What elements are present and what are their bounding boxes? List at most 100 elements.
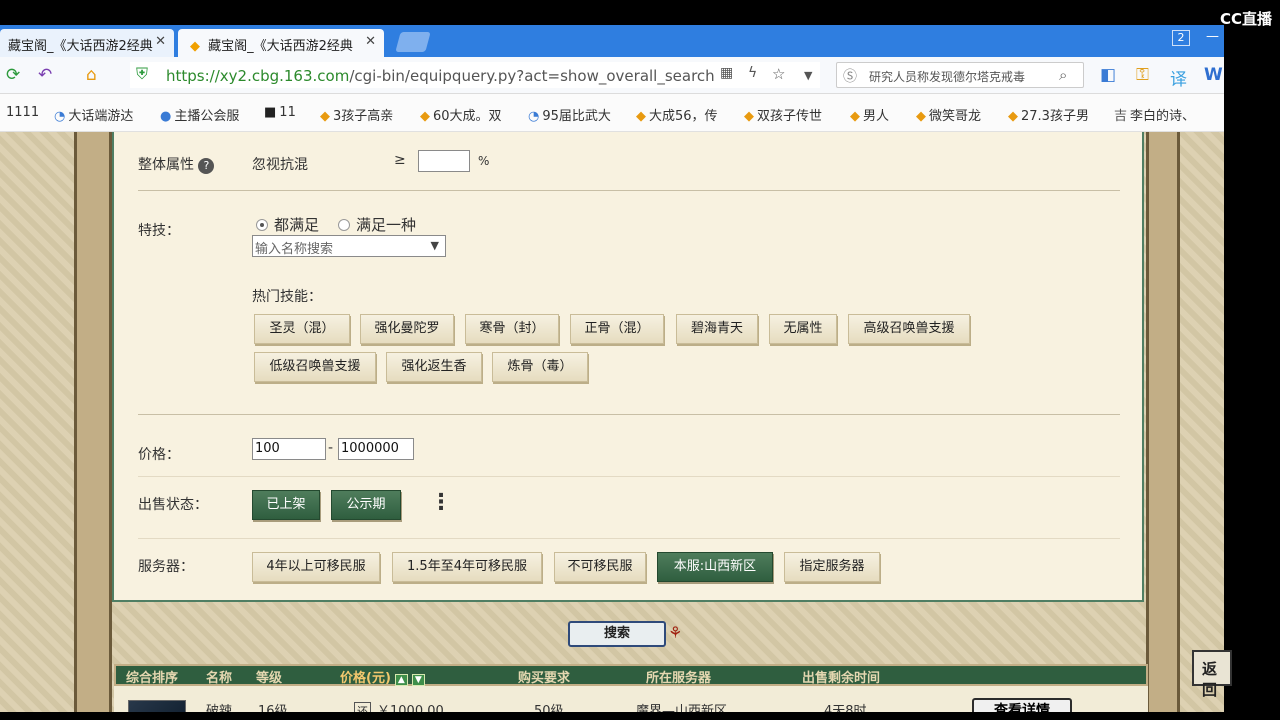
dropdown-arrow-icon: ▼ xyxy=(430,239,439,252)
more-vertical-icon[interactable]: ⋮ xyxy=(430,490,452,515)
overall-attr-label: 整体属性 ? xyxy=(138,154,215,174)
home-icon[interactable]: ⌂ xyxy=(86,65,97,85)
bookmark-item[interactable]: ◔ 95届比武大 xyxy=(528,105,611,124)
item-level: 16级 xyxy=(258,704,288,712)
ignore-resist-input[interactable] xyxy=(418,150,470,172)
radio-any-match[interactable]: 满足一种 xyxy=(338,214,416,235)
bookmark-item[interactable]: ◆ 微笑哥龙 xyxy=(916,105,981,124)
item-requirement: 50级 xyxy=(534,704,564,712)
shield-icon: ⛨ xyxy=(136,64,149,83)
new-tab-button[interactable] xyxy=(395,32,431,52)
skills-label: 特技： xyxy=(138,223,180,239)
search-filter-panel: 整体属性 ? 忽视抗混 ≥ % 特技： 都满足 满足一种 输入名称搜索 ▼ 热门… xyxy=(112,132,1144,602)
extension-icon[interactable]: ◧ xyxy=(1100,65,1116,85)
qr-icon[interactable]: ▦ xyxy=(720,65,733,81)
url-field[interactable]: ⛨ https://xy2.cbg.163.com/cgi-bin/equipq… xyxy=(130,62,820,88)
skill-search-dropdown[interactable]: 输入名称搜索 ▼ xyxy=(252,235,446,257)
item-remaining-time: 4天8时 xyxy=(824,704,867,712)
key-icon[interactable]: ⚿ xyxy=(1136,65,1149,85)
bookmarks-bar: 1111 ◔ 大话端游达 ● 主播公会服 ■ 11 ◆ 3孩子高亲 ◆ 60大成。双 ◔ 9… xyxy=(0,94,1224,132)
skill-button[interactable]: 碧海青天 xyxy=(676,314,758,344)
item-thumbnail[interactable] xyxy=(128,700,186,712)
top-black-strip: CC直播 xyxy=(0,0,1280,28)
col-price: 价格(元) ▲ ▼ xyxy=(340,667,425,686)
price-label: 价格： xyxy=(138,447,180,463)
price-max-input[interactable]: 1000000 xyxy=(338,438,414,460)
right-decor-border xyxy=(1146,132,1180,712)
undo-icon[interactable]: ↶ xyxy=(38,65,52,85)
bottom-black-strip xyxy=(0,712,1280,720)
server-specify-button[interactable]: 指定服务器 xyxy=(784,552,880,582)
cbg-favicon-icon: ◆ xyxy=(190,39,200,54)
window-menu-icon[interactable]: — xyxy=(1206,29,1219,44)
help-icon[interactable]: ? xyxy=(198,158,215,174)
item-name[interactable]: 破辣 xyxy=(206,700,232,712)
bookmark-item[interactable]: 吉李白的诗、 xyxy=(1114,105,1195,124)
skill-button[interactable]: 正骨（混） xyxy=(570,314,664,344)
translate-icon[interactable]: 译 xyxy=(1170,65,1187,90)
ignore-resist-label: 忽视抗混 xyxy=(252,157,308,173)
search-button-wrap: 搜索 ⚘ xyxy=(566,619,690,649)
item-price: 还 ￥1000.00 xyxy=(354,700,444,712)
star-icon[interactable]: ☆ xyxy=(772,65,785,83)
status-preview-button[interactable]: 公示期 xyxy=(331,490,401,520)
bookmark-item[interactable]: ◆ 27.3孩子男 xyxy=(1008,105,1089,124)
gte-sign: ≥ xyxy=(394,152,406,168)
skill-button[interactable]: 高级召唤兽支援 xyxy=(848,314,970,344)
cc-live-logo: CC直播 xyxy=(1219,10,1272,28)
close-icon[interactable]: ✕ xyxy=(155,34,166,49)
bookmark-item[interactable]: ◆ 双孩子传世 xyxy=(744,105,822,124)
sogou-icon: Ⓢ xyxy=(843,69,857,85)
tab-1[interactable]: 藏宝阁_《大话西游2经典 ✕ xyxy=(0,29,174,57)
skill-button[interactable]: 强化曼陀罗 xyxy=(360,314,454,344)
bookmark-item[interactable]: ● 主播公会服 xyxy=(160,105,239,124)
sale-status-label: 出售状态： xyxy=(138,497,208,513)
bookmark-item[interactable]: ◆ 3孩子高亲 xyxy=(320,105,393,124)
skill-button[interactable]: 无属性 xyxy=(769,314,837,344)
tab-count-badge[interactable]: 2 xyxy=(1172,30,1190,46)
sort-up-icon[interactable]: ▲ xyxy=(394,674,408,686)
tab-strip: 藏宝阁_《大话西游2经典 ✕ ◆ 藏宝阁_《大话西游2经典 ✕ 2 — xyxy=(0,25,1224,57)
bookmark-item[interactable]: ◆ 60大成。双 xyxy=(420,105,502,124)
lightning-icon[interactable]: ϟ xyxy=(748,65,757,81)
skill-button[interactable]: 强化返生香 xyxy=(386,352,482,382)
return-button[interactable]: 返回 xyxy=(1192,650,1232,699)
search-button[interactable]: 搜索 xyxy=(568,621,666,647)
search-input[interactable]: Ⓢ 研究人员称发现德尔塔克戒毒 ⌕ xyxy=(836,62,1084,88)
hot-skills-label: 热门技能： xyxy=(252,289,322,305)
radio-all-match[interactable]: 都满足 xyxy=(256,214,319,235)
skill-button[interactable]: 炼骨（毒） xyxy=(492,352,588,382)
server-option-button[interactable]: 1.5年至4年可移民服 xyxy=(392,552,542,582)
sort-down-icon[interactable]: ▼ xyxy=(411,674,425,686)
bookmark-item[interactable]: 1111 xyxy=(6,105,39,120)
bookmark-item[interactable]: ◔ 大话端游达 xyxy=(54,105,133,124)
left-decor-border xyxy=(74,132,112,712)
address-bar: ⟳ ↶ ⌂ ⛨ https://xy2.cbg.163.com/cgi-bin/… xyxy=(0,57,1224,94)
server-option-button[interactable]: 4年以上可移民服 xyxy=(252,552,380,582)
bookmark-item[interactable]: ◆ 大成56，传 xyxy=(636,105,718,124)
col-level: 等级 xyxy=(256,671,283,686)
skill-button[interactable]: 低级召唤兽支援 xyxy=(254,352,376,382)
skill-button[interactable]: 圣灵（混） xyxy=(254,314,350,344)
server-current-button[interactable]: 本服:山西新区 xyxy=(657,552,773,582)
skill-button[interactable]: 寒骨（封） xyxy=(465,314,559,344)
close-icon[interactable]: ✕ xyxy=(365,34,376,49)
tab-2[interactable]: ◆ 藏宝阁_《大话西游2经典 ✕ xyxy=(178,29,384,57)
bookmark-item[interactable]: ■ 11 xyxy=(264,105,296,120)
word-icon[interactable]: W xyxy=(1204,65,1223,85)
tab-1-title: 藏宝阁_《大话西游2经典 xyxy=(8,39,153,54)
status-listed-button[interactable]: 已上架 xyxy=(252,490,320,520)
percent-unit: % xyxy=(478,154,490,168)
refresh-icon[interactable]: ⟳ xyxy=(6,65,20,85)
tab-2-title: 藏宝阁_《大话西游2经典 xyxy=(208,39,353,54)
chevron-down-icon[interactable]: ▼ xyxy=(804,69,812,82)
col-server: 所在服务器 xyxy=(646,671,712,686)
bookmark-item[interactable]: ◆ 男人 xyxy=(850,105,889,124)
server-option-button[interactable]: 不可移民服 xyxy=(554,552,646,582)
col-remaining-time: 出售剩余时间 xyxy=(802,671,881,686)
view-details-button[interactable]: 查看详情 xyxy=(972,698,1072,712)
col-sort[interactable]: 综合排序 xyxy=(126,667,178,686)
search-icon[interactable]: ⌕ xyxy=(1059,66,1067,84)
screen: CC直播 藏宝阁_《大话西游2经典 ✕ ◆ 藏宝阁_《大话西游2经典 ✕ 2 —… xyxy=(0,0,1280,720)
price-min-input[interactable]: 100 xyxy=(252,438,326,460)
